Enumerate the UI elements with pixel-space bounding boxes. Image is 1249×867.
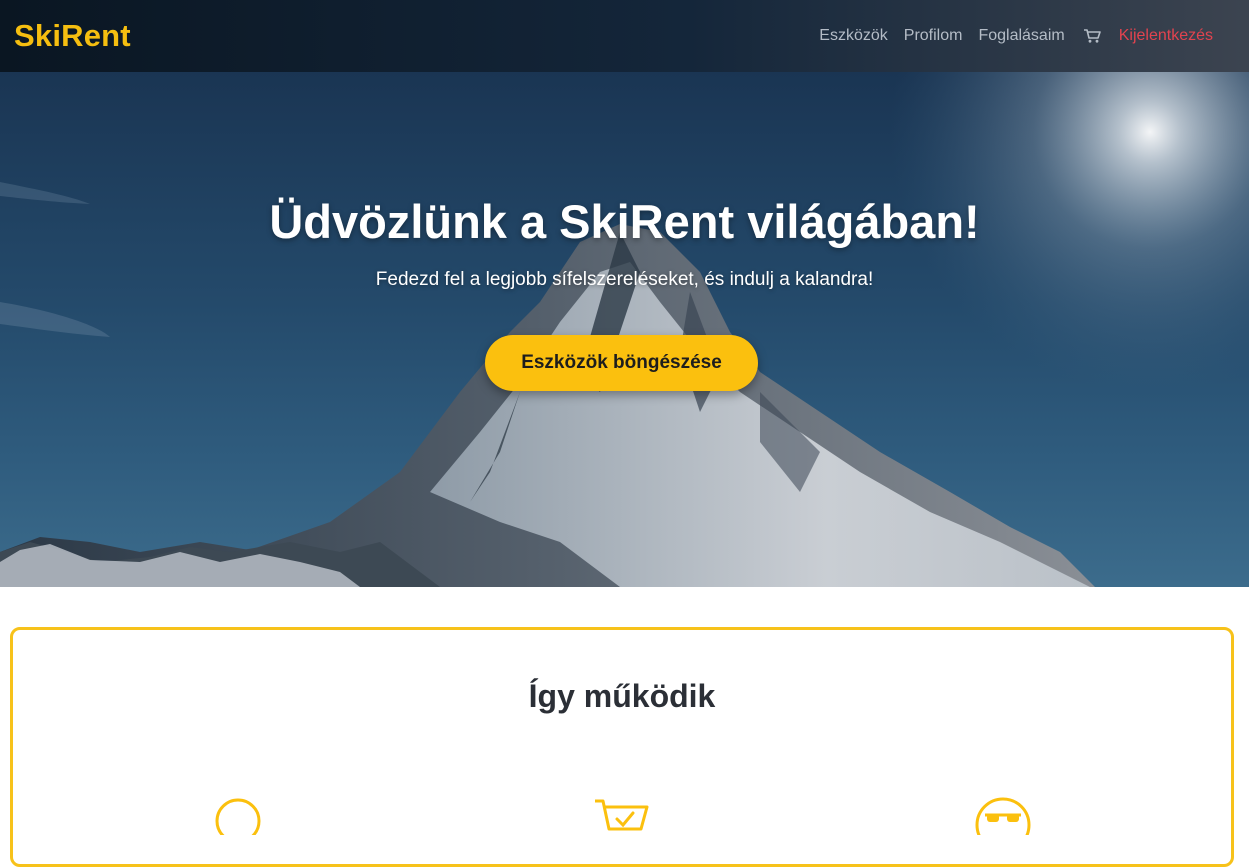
nav-link-profilom[interactable]: Profilom — [896, 27, 971, 45]
browse-equipment-button[interactable]: Eszközök böngészése — [485, 335, 758, 391]
navbar: SkiRent Eszközök Profilom Foglalásaim Ki… — [0, 0, 1249, 72]
nav-link-foglalasaim[interactable]: Foglalásaim — [970, 27, 1072, 45]
cart-check-icon — [593, 795, 649, 840]
how-it-works-card: Így működik — [10, 627, 1234, 867]
hero-section: Üdvözlünk a SkiRent világában! Fedezd fe… — [0, 72, 1249, 587]
nav-link-eszkozok[interactable]: Eszközök — [811, 27, 895, 45]
how-it-works-title: Így működik — [528, 678, 716, 714]
hero-title: Üdvözlünk a SkiRent világában! — [269, 195, 980, 248]
nav-links: Eszközök Profilom Foglalásaim Kijelentke… — [811, 27, 1221, 45]
mountain-background-image — [0, 72, 1249, 587]
brand-logo[interactable]: SkiRent — [14, 18, 131, 54]
hero-subtitle: Fedezd fel a legjobb sífelszereléseket, … — [375, 269, 874, 290]
smile-sunglasses-icon — [973, 795, 1033, 853]
search-icon — [213, 795, 263, 844]
cart-icon[interactable] — [1073, 28, 1111, 44]
logout-link[interactable]: Kijelentkezés — [1111, 27, 1221, 45]
